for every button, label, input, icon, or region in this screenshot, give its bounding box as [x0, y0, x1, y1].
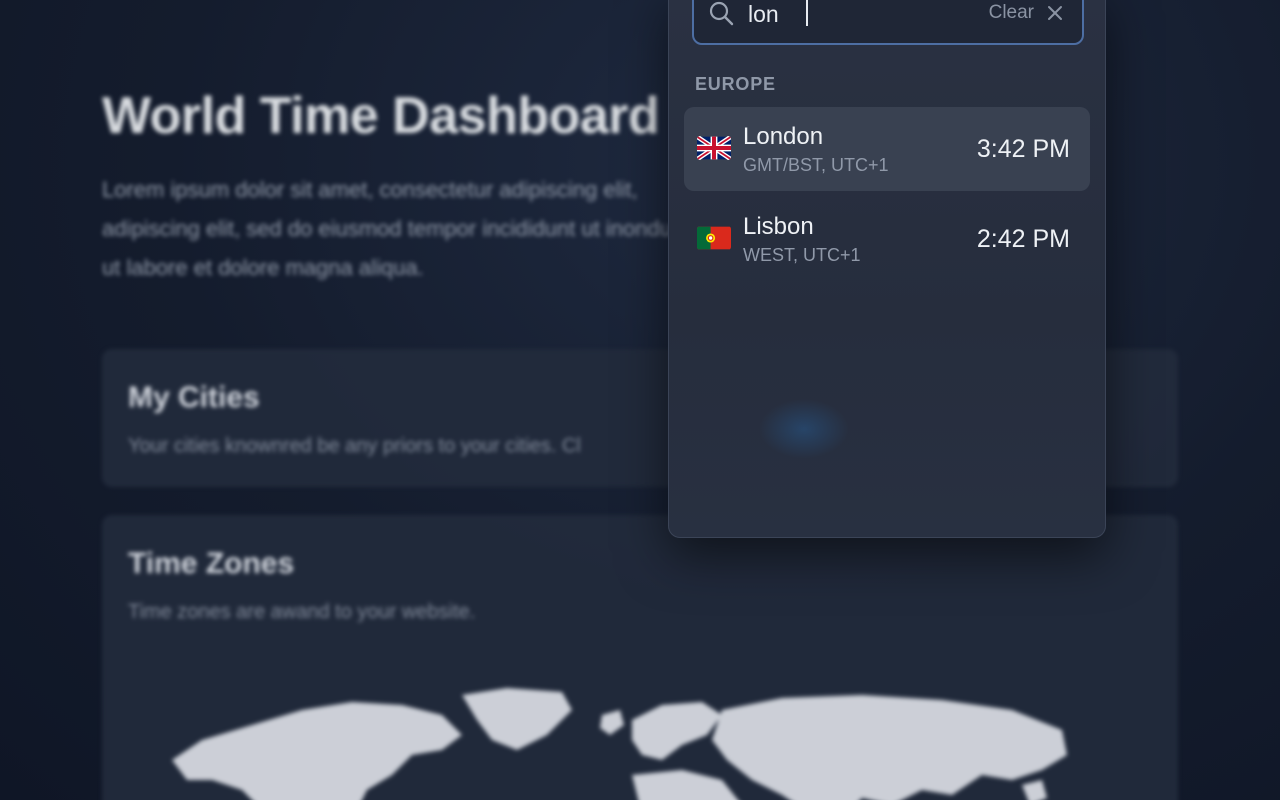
- my-cities-subtitle: Your cities knownred be any priors to yo…: [128, 435, 581, 457]
- text-caret: [806, 0, 808, 26]
- time-zones-title: Time Zones: [128, 547, 295, 580]
- my-cities-title: My Cities: [128, 381, 260, 414]
- results-group-label: EUROPE: [695, 74, 776, 94]
- city-search-dropdown: Clear EUROPE London GMT/BST, UTC+1 3:42 …: [668, 0, 1106, 538]
- result-time: 3:42 PM: [976, 135, 1070, 163]
- page-description: Lorem ipsum dolor sit amet, consectetur …: [102, 177, 691, 280]
- decorative-glow: [759, 399, 849, 459]
- result-timezone: WEST, UTC+1: [743, 245, 861, 265]
- search-box[interactable]: Clear: [692, 0, 1084, 45]
- world-map-icon: [172, 688, 1067, 800]
- page-title: World Time Dashboard: [102, 87, 660, 145]
- time-zones-card[interactable]: Time Zones Time zones are awand to your …: [102, 515, 1178, 800]
- world-time-dashboard-page: World Time Dashboard Lorem ipsum dolor s…: [0, 0, 1280, 800]
- result-timezone: GMT/BST, UTC+1: [743, 155, 889, 175]
- result-item-london[interactable]: London GMT/BST, UTC+1 3:42 PM: [684, 107, 1090, 191]
- result-city-name: Lisbon: [743, 213, 814, 240]
- uk-flag-icon: [697, 136, 731, 160]
- clear-button[interactable]: Clear: [989, 0, 1064, 28]
- result-item-lisbon[interactable]: Lisbon WEST, UTC+1 2:42 PM: [684, 197, 1090, 281]
- search-icon: [709, 1, 734, 26]
- result-time: 2:42 PM: [976, 225, 1070, 253]
- time-zones-subtitle: Time zones are awand to your website.: [128, 601, 476, 623]
- clear-label: Clear: [988, 2, 1034, 23]
- portugal-flag-icon: [697, 226, 731, 250]
- result-city-name: London: [743, 123, 824, 150]
- close-icon: [1048, 6, 1062, 20]
- search-input[interactable]: [748, 0, 968, 29]
